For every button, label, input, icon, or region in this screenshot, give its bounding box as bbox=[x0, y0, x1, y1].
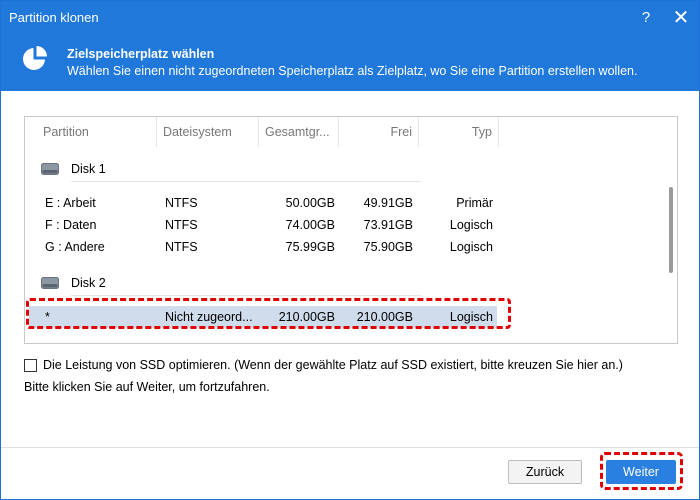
page-heading: Zielspeicherplatz wählen bbox=[67, 47, 215, 61]
column-header-free[interactable]: Frei bbox=[339, 117, 419, 147]
partition-name: G : Andere bbox=[45, 240, 105, 254]
partition-type: Logisch bbox=[449, 218, 493, 232]
free-space: 75.90GB bbox=[363, 240, 413, 254]
filesystem: NTFS bbox=[165, 218, 198, 232]
title-bar: Partition klonen ? ✕ bbox=[1, 1, 699, 35]
total-size: 50.00GB bbox=[285, 196, 335, 210]
ssd-optimize-checkbox[interactable] bbox=[24, 359, 37, 372]
page-subtitle: Wählen Sie einen nicht zugeordneten Spei… bbox=[67, 64, 638, 78]
total-size: 75.99GB bbox=[285, 240, 335, 254]
table-row-selected[interactable]: * Nicht zugeord... 210.00GB 210.00GB Log… bbox=[29, 306, 497, 328]
footer-divider bbox=[1, 447, 699, 448]
column-header-total-size[interactable]: Gesamtgr... bbox=[259, 117, 339, 147]
partition-table: Partition Dateisystem Gesamtgr... Frei T… bbox=[24, 116, 678, 344]
vertical-scrollbar[interactable] bbox=[665, 117, 677, 343]
table-row[interactable]: F : Daten NTFS 74.00GB 73.91GB Logisch bbox=[25, 214, 665, 236]
partition-type: Primär bbox=[456, 196, 493, 210]
close-button[interactable]: ✕ bbox=[668, 5, 694, 31]
free-space: 73.91GB bbox=[363, 218, 413, 232]
column-header-type[interactable]: Typ bbox=[419, 117, 499, 147]
partition-name: * bbox=[45, 310, 50, 324]
pie-chart-icon bbox=[23, 46, 47, 70]
instruction-text: Bitte klicken Sie auf Weiter, um fortzuf… bbox=[24, 380, 270, 394]
partition-clone-dialog: Partition klonen ? ✕ Zielspeicherplatz w… bbox=[0, 0, 700, 500]
disk-row-1: Disk 1 bbox=[25, 157, 665, 182]
column-header-filesystem[interactable]: Dateisystem bbox=[157, 117, 259, 147]
header-banner: Zielspeicherplatz wählen Wählen Sie eine… bbox=[1, 35, 699, 91]
total-size: 74.00GB bbox=[285, 218, 335, 232]
partition-name: F : Daten bbox=[45, 218, 97, 232]
partition-type: Logisch bbox=[449, 240, 493, 254]
hard-disk-icon bbox=[41, 277, 59, 289]
ssd-optimize-label[interactable]: Die Leistung von SSD optimieren. (Wenn d… bbox=[43, 358, 623, 372]
disk-row-2: Disk 2 bbox=[25, 271, 665, 296]
partition-type: Logisch bbox=[449, 310, 493, 324]
column-header-partition[interactable]: Partition bbox=[25, 117, 157, 147]
back-button[interactable]: Zurück bbox=[508, 460, 582, 484]
filesystem: NTFS bbox=[165, 196, 198, 210]
filesystem: NTFS bbox=[165, 240, 198, 254]
free-space: 49.91GB bbox=[363, 196, 413, 210]
table-row[interactable]: E : Arbeit NTFS 50.00GB 49.91GB Primär bbox=[25, 192, 665, 214]
divider bbox=[71, 181, 421, 182]
next-button[interactable]: Weiter bbox=[606, 460, 676, 484]
disk-label: Disk 1 bbox=[71, 162, 106, 176]
total-size: 210.00GB bbox=[278, 310, 335, 324]
filesystem: Nicht zugeord... bbox=[165, 310, 253, 324]
window-title: Partition klonen bbox=[9, 10, 99, 25]
scrollbar-thumb[interactable] bbox=[669, 187, 673, 273]
disk-label: Disk 2 bbox=[71, 276, 106, 290]
divider bbox=[71, 295, 421, 296]
hard-disk-icon bbox=[41, 163, 59, 175]
help-button[interactable]: ? bbox=[633, 5, 659, 31]
partition-name: E : Arbeit bbox=[45, 196, 96, 210]
table-row[interactable]: G : Andere NTFS 75.99GB 75.90GB Logisch bbox=[25, 236, 665, 258]
free-space: 210.00GB bbox=[356, 310, 413, 324]
